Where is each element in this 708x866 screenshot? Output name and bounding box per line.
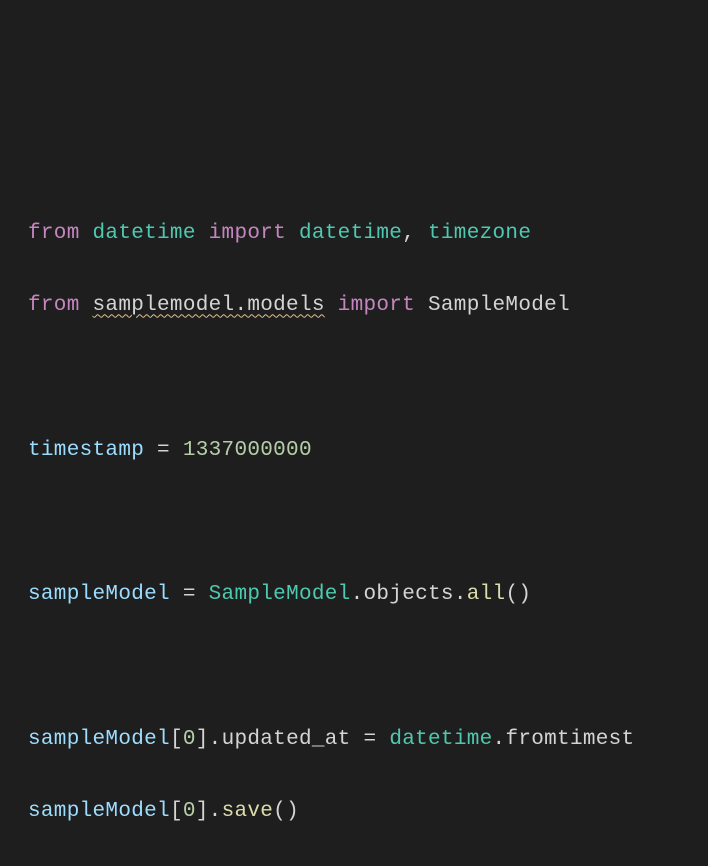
dot: . — [209, 800, 222, 823]
var-timestamp: timestamp — [28, 439, 144, 462]
bracket-open: [ — [170, 728, 183, 751]
dot: . — [351, 583, 364, 606]
code-line-2: from samplemodel.models import SampleMod… — [28, 288, 708, 324]
code-line-3: timestamp = 1337000000 — [28, 433, 708, 469]
operator-assign: = — [351, 728, 390, 751]
index-zero: 0 — [183, 800, 196, 823]
method-fromtimestamp: fromtimest — [505, 728, 634, 751]
keyword-import: import — [209, 222, 286, 245]
keyword-from: from — [28, 294, 80, 317]
class-samplemodel: SampleModel — [209, 583, 351, 606]
module-samplemodel-warning: samplemodel.models — [93, 294, 325, 317]
code-line-4: sampleModel = SampleModel.objects.all() — [28, 577, 708, 613]
bracket-close: ] — [196, 800, 209, 823]
method-save: save — [222, 800, 274, 823]
code-line-5: sampleModel[0].updated_at = datetime.fro… — [28, 722, 708, 758]
parens: () — [273, 800, 299, 823]
keyword-import: import — [338, 294, 415, 317]
keyword-from: from — [28, 222, 80, 245]
blank-line — [28, 505, 708, 541]
code-line-6: sampleModel[0].save() — [28, 794, 708, 830]
blank-line — [28, 649, 708, 685]
code-line-1: from datetime import datetime, timezone — [28, 216, 708, 252]
comma: , — [402, 222, 415, 245]
import-samplemodel: SampleModel — [428, 294, 570, 317]
code-editor[interactable]: from datetime import datetime, timezone … — [0, 0, 708, 866]
operator-assign: = — [144, 439, 183, 462]
prop-updated-at: updated_at — [222, 728, 351, 751]
blank-line — [28, 361, 708, 397]
var-samplemodel: sampleModel — [28, 583, 170, 606]
number-literal: 1337000000 — [183, 439, 312, 462]
method-all: all — [467, 583, 506, 606]
dot: . — [454, 583, 467, 606]
bracket-close: ] — [196, 728, 209, 751]
operator-assign: = — [170, 583, 209, 606]
class-datetime: datetime — [389, 728, 492, 751]
prop-objects: objects — [364, 583, 454, 606]
dot: . — [209, 728, 222, 751]
import-datetime: datetime — [299, 222, 402, 245]
bracket-open: [ — [170, 800, 183, 823]
import-timezone: timezone — [428, 222, 531, 245]
index-zero: 0 — [183, 728, 196, 751]
var-samplemodel: sampleModel — [28, 728, 170, 751]
dot: . — [493, 728, 506, 751]
parens: () — [505, 583, 531, 606]
module-datetime: datetime — [93, 222, 196, 245]
var-samplemodel: sampleModel — [28, 800, 170, 823]
